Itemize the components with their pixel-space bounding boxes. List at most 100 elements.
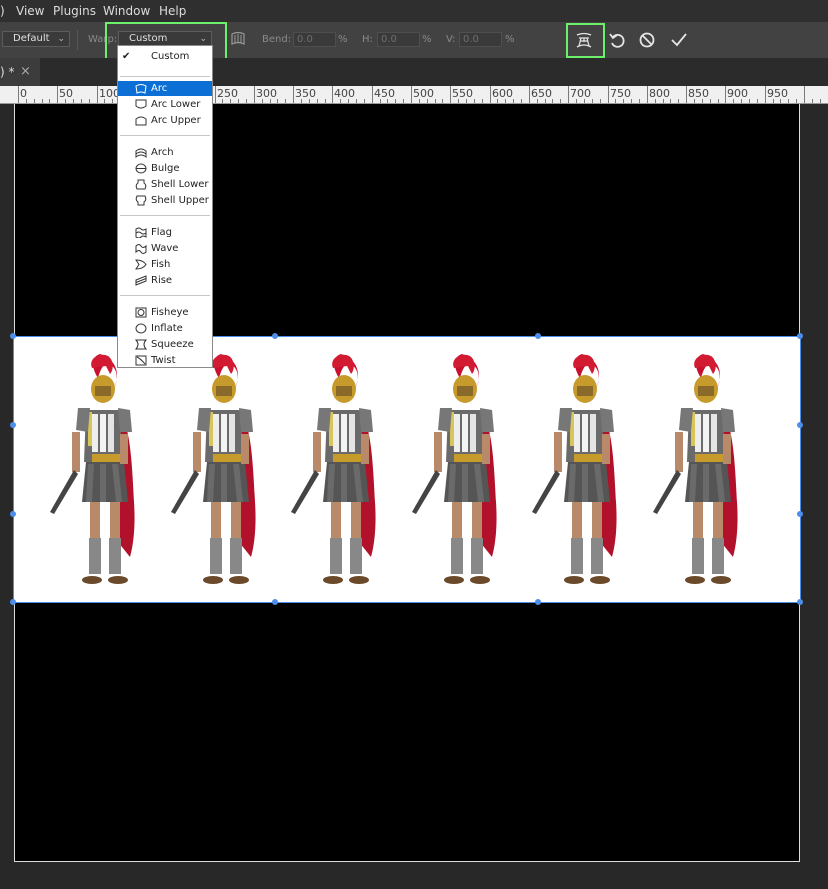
transform-handle[interactable]: [10, 511, 16, 517]
transform-handle[interactable]: [797, 599, 803, 605]
warp-option-custom[interactable]: ✔ Custom: [118, 49, 212, 64]
transform-bounding-box[interactable]: [13, 336, 801, 603]
ruler-tick: [804, 86, 805, 103]
v-input[interactable]: 0.0: [459, 32, 502, 47]
ruler-label: 750: [610, 87, 631, 100]
transform-handle[interactable]: [272, 333, 278, 339]
warp-style-dropdown: ✔ Custom Arc Arc Lower Arc Upper Arch Bu…: [117, 45, 213, 368]
warp-option-shell-lower[interactable]: Shell Lower: [118, 177, 212, 192]
warp-option-rise[interactable]: Rise: [118, 273, 212, 288]
menu-help[interactable]: Help: [159, 4, 186, 18]
divider: [77, 30, 78, 50]
transform-handle[interactable]: [272, 599, 278, 605]
ruler-tick: [686, 86, 687, 103]
rise-icon: [135, 275, 147, 286]
ruler-tick: [639, 99, 640, 103]
ruler-tick: [482, 99, 483, 103]
twist-icon: [135, 355, 147, 366]
ruler-tick: [238, 99, 239, 103]
preset-select[interactable]: Default ⌄: [2, 31, 70, 47]
ruler-label: 900: [727, 87, 748, 100]
warp-grid-toggle-highlight: [566, 23, 605, 58]
bulge-icon: [135, 163, 147, 174]
ruler-tick: [725, 86, 726, 103]
ruler-tick: [474, 99, 475, 103]
menu-plugins[interactable]: Plugins: [53, 4, 96, 18]
ruler-tick: [246, 99, 247, 103]
ruler-tick: [403, 99, 404, 103]
ruler-tick: [49, 99, 50, 103]
close-icon[interactable]: ×: [20, 64, 31, 79]
transform-handle[interactable]: [535, 333, 541, 339]
arc-icon: [135, 84, 147, 94]
ruler-label: 650: [531, 87, 552, 100]
shell-upper-icon: [135, 195, 147, 206]
arc-upper-icon: [135, 116, 147, 126]
h-input[interactable]: 0.0: [377, 32, 420, 47]
ruler-tick: [34, 99, 35, 103]
warp-option-shell-upper[interactable]: Shell Upper: [118, 193, 212, 208]
warp-option-wave[interactable]: Wave: [118, 241, 212, 256]
warp-option-arc[interactable]: Arc: [118, 81, 212, 96]
ruler-tick: [73, 99, 74, 103]
ruler-label: 450: [374, 87, 395, 100]
transform-handle[interactable]: [797, 333, 803, 339]
ruler-tick: [285, 99, 286, 103]
ruler-tick: [372, 86, 373, 103]
ruler-label: 400: [334, 87, 355, 100]
ruler-tick: [42, 99, 43, 103]
ruler-label: 800: [649, 87, 670, 100]
warp-option-inflate[interactable]: Inflate: [118, 321, 212, 336]
v-unit: %: [505, 34, 515, 45]
ruler-tick: [215, 86, 216, 103]
warp-option-flag[interactable]: Flag: [118, 225, 212, 240]
squeeze-icon: [135, 339, 147, 350]
h-unit: %: [422, 34, 432, 45]
fisheye-icon: [135, 307, 147, 318]
document-tab[interactable]: ) * ×: [0, 58, 40, 86]
ruler-tick: [812, 99, 813, 103]
transform-handle[interactable]: [535, 599, 541, 605]
warp-option-fisheye[interactable]: Fisheye: [118, 305, 212, 320]
transform-handle[interactable]: [797, 422, 803, 428]
cancel-icon[interactable]: [638, 31, 656, 49]
reset-undo-icon[interactable]: [608, 31, 626, 49]
warp-option-squeeze[interactable]: Squeeze: [118, 337, 212, 352]
menu-bar: ) View Plugins Window Help: [0, 0, 828, 22]
shell-lower-icon: [135, 179, 147, 190]
inflate-icon: [135, 323, 147, 334]
arch-icon: [135, 148, 147, 158]
ruler-tick: [560, 99, 561, 103]
transform-handle[interactable]: [797, 511, 803, 517]
warp-option-twist[interactable]: Twist: [118, 353, 212, 368]
menu-prefix: ): [0, 4, 5, 18]
transform-handle[interactable]: [10, 422, 16, 428]
commit-check-icon[interactable]: [670, 31, 688, 49]
ruler-tick: [749, 99, 750, 103]
ruler-tick: [521, 99, 522, 103]
ruler-tick: [490, 86, 491, 103]
warp-option-arc-lower[interactable]: Arc Lower: [118, 97, 212, 112]
warp-option-fish[interactable]: Fish: [118, 257, 212, 272]
ruler-tick: [356, 99, 357, 103]
ruler-tick: [608, 86, 609, 103]
menu-view[interactable]: View: [16, 4, 44, 18]
ruler-tick: [254, 86, 255, 103]
menu-divider: [120, 76, 210, 77]
warp-option-bulge[interactable]: Bulge: [118, 161, 212, 176]
warp-orientation-icon[interactable]: [229, 30, 247, 48]
wave-icon: [135, 244, 147, 254]
transform-handle[interactable]: [10, 599, 16, 605]
transform-handle[interactable]: [10, 333, 16, 339]
ruler-tick: [710, 99, 711, 103]
document-tab-label: ) *: [0, 65, 15, 79]
ruler-tick: [97, 86, 98, 103]
ruler-tick: [442, 99, 443, 103]
warp-option-arc-upper[interactable]: Arc Upper: [118, 113, 212, 128]
checkmark-icon: ✔: [122, 51, 131, 62]
ruler-tick: [89, 99, 90, 103]
bend-input[interactable]: 0.0: [293, 32, 336, 47]
menu-window[interactable]: Window: [103, 4, 150, 18]
warp-option-arch[interactable]: Arch: [118, 145, 212, 160]
v-label: V:: [446, 34, 456, 45]
